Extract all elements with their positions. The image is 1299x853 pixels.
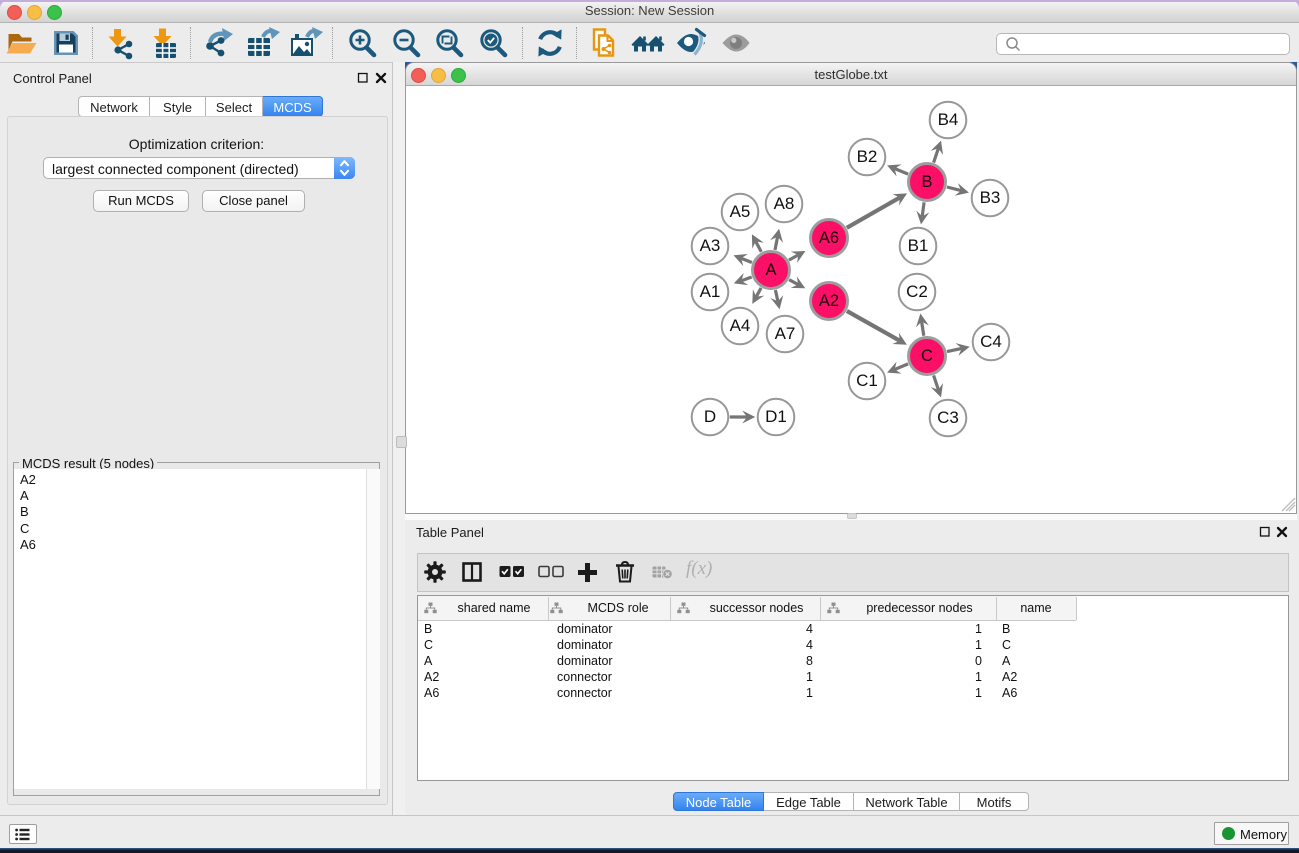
svg-text:A7: A7 <box>775 324 796 343</box>
svg-text:C: C <box>921 347 933 365</box>
svg-text:A2: A2 <box>819 292 839 310</box>
svg-text:A8: A8 <box>774 194 795 213</box>
svg-text:A6: A6 <box>819 229 839 247</box>
svg-text:C3: C3 <box>937 408 959 427</box>
svg-text:A4: A4 <box>730 316 751 335</box>
svg-text:B3: B3 <box>980 188 1001 207</box>
svg-text:C4: C4 <box>980 332 1002 351</box>
svg-text:A5: A5 <box>730 202 751 221</box>
svg-text:B2: B2 <box>857 147 878 166</box>
svg-text:A1: A1 <box>700 282 721 301</box>
svg-text:C2: C2 <box>906 282 928 301</box>
svg-text:C1: C1 <box>856 371 878 390</box>
svg-text:B4: B4 <box>938 110 959 129</box>
svg-text:B: B <box>921 173 932 191</box>
svg-text:B1: B1 <box>908 236 929 255</box>
svg-text:D: D <box>704 407 716 426</box>
svg-text:D1: D1 <box>765 407 787 426</box>
svg-text:A3: A3 <box>700 236 721 255</box>
svg-text:A: A <box>765 261 776 279</box>
